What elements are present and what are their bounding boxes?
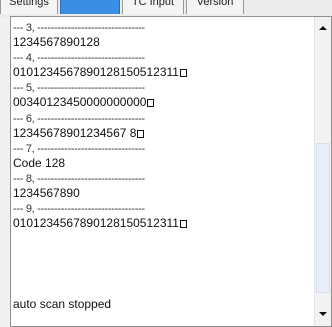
- log-barcode-text: 0101234567890128150512311: [13, 65, 179, 80]
- log-barcode-value: 1234567890: [13, 186, 311, 201]
- log-separator: --- 6, --------------------------------: [13, 111, 311, 126]
- log-separator: --- 3, --------------------------------: [13, 20, 311, 35]
- scroll-thumb[interactable]: [316, 143, 330, 293]
- log-barcode-text: 00340123450000000000: [13, 95, 147, 110]
- log-barcode-value: 0101234567890128150512311: [13, 216, 311, 231]
- scroll-down-icon: [319, 311, 327, 316]
- log-separator-text: --- 5, --------------------------------: [13, 82, 145, 95]
- tab-tc-input-label: TC Input: [131, 0, 175, 8]
- tab-version[interactable]: Version: [186, 0, 244, 14]
- log-barcode-text: 0101234567890128150512311: [13, 216, 179, 231]
- log-barcode-value: 0101234567890128150512311: [13, 65, 311, 80]
- log-separator: --- 4, --------------------------------: [13, 50, 311, 65]
- scroll-down-button[interactable]: [315, 305, 331, 322]
- log-barcode-value: 1234567890128: [13, 35, 311, 50]
- log-separator: --- 5, --------------------------------: [13, 80, 311, 95]
- app-window: Settings TC Input Version --- 3, -------…: [0, 0, 332, 327]
- tab-settings[interactable]: Settings: [0, 0, 58, 14]
- log-separator-text: --- 9, --------------------------------: [13, 203, 145, 216]
- tab-version-label: Version: [196, 0, 234, 8]
- control-char-box-icon: [137, 129, 145, 138]
- tab-active[interactable]: [60, 0, 120, 14]
- scan-log-textbox[interactable]: --- 3, -------------------------------- 1…: [10, 16, 332, 327]
- log-barcode-text: Code 128: [13, 155, 66, 170]
- scan-log-content: --- 3, -------------------------------- 1…: [13, 20, 311, 231]
- scan-status-text: auto scan stopped: [13, 297, 112, 311]
- scroll-up-button[interactable]: [315, 19, 331, 36]
- log-barcode-value: Code 128: [13, 156, 311, 171]
- log-separator: --- 8, --------------------------------: [13, 171, 311, 186]
- log-separator-text: --- 4, --------------------------------: [13, 52, 145, 65]
- log-barcode-text: 1234567890: [13, 186, 80, 201]
- log-barcode-value: 12345678901234567 8: [13, 126, 311, 141]
- tab-tc-input[interactable]: TC Input: [122, 0, 184, 14]
- log-separator: --- 9, --------------------------------: [13, 201, 311, 216]
- tab-settings-label: Settings: [9, 0, 49, 8]
- log-separator: --- 7, --------------------------------: [13, 141, 311, 156]
- log-separator-text: --- 3, --------------------------------: [13, 22, 145, 34]
- scroll-up-icon: [319, 25, 327, 30]
- control-char-box-icon: [179, 220, 187, 229]
- vertical-scrollbar[interactable]: [314, 17, 331, 326]
- log-barcode-text: 1234567890128: [13, 35, 100, 50]
- control-char-box-icon: [147, 99, 155, 108]
- log-barcode-value: 00340123450000000000: [13, 95, 311, 110]
- log-barcode-text: 12345678901234567 8: [13, 125, 137, 140]
- log-separator-text: --- 7, --------------------------------: [13, 142, 145, 155]
- log-separator-text: --- 6, --------------------------------: [13, 112, 145, 125]
- log-separator-text: --- 8, --------------------------------: [13, 172, 145, 185]
- control-char-box-icon: [179, 69, 187, 78]
